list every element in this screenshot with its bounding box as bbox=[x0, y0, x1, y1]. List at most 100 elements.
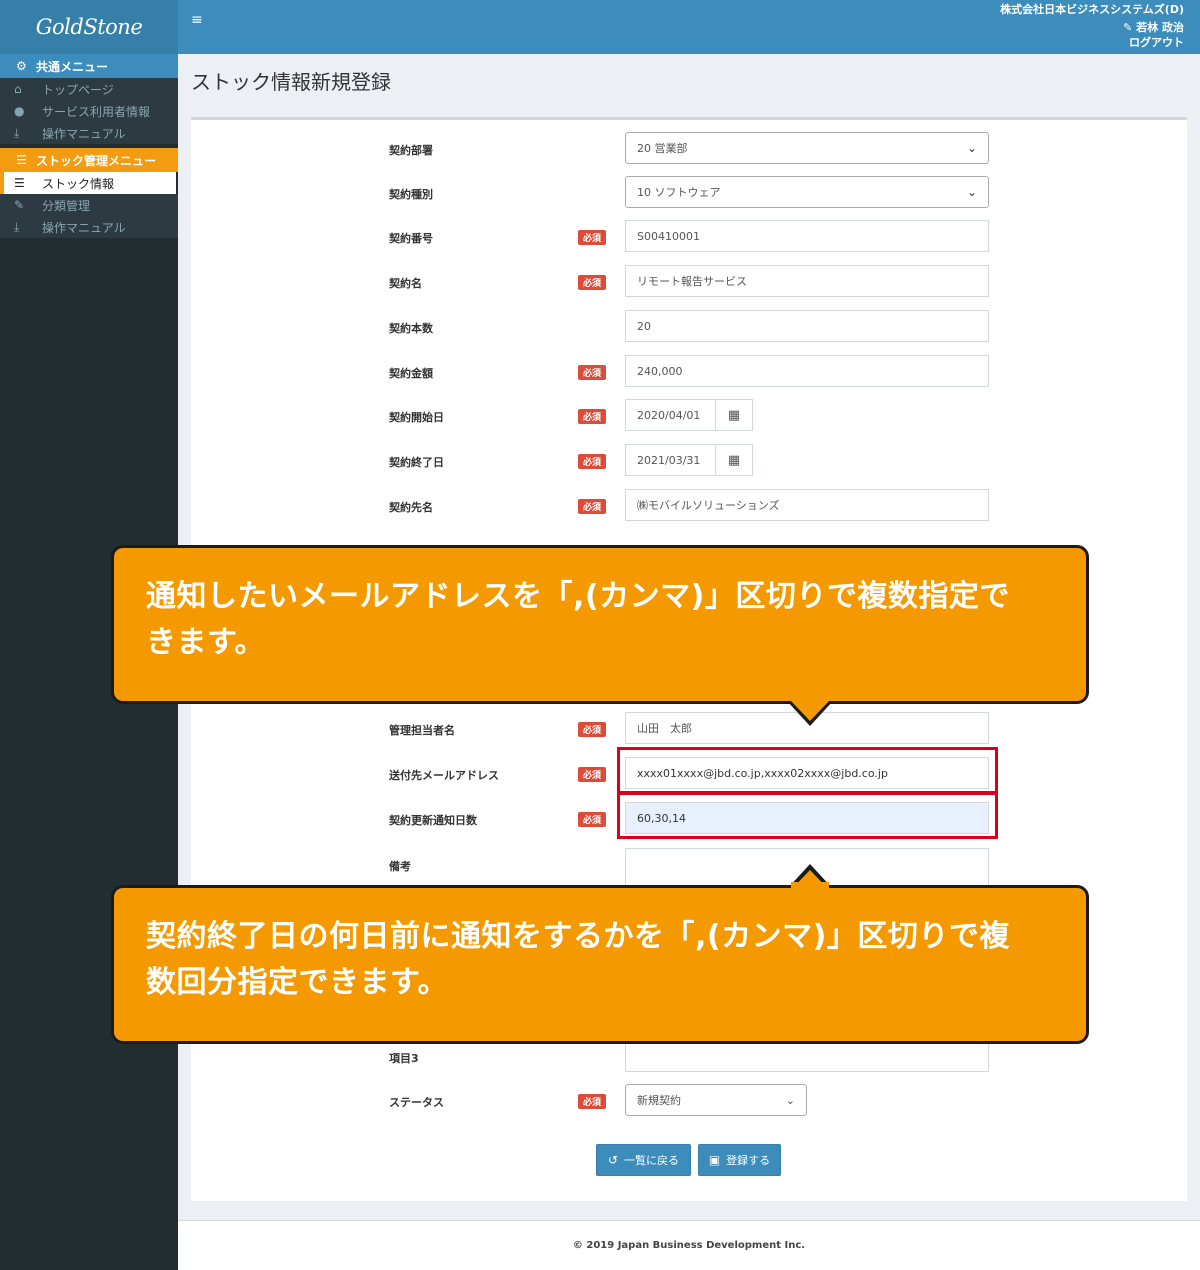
form-row-amount: 契約金額 必須 240,000 bbox=[191, 355, 1187, 389]
copyright-text: © 2019 Japan Business Development Inc. bbox=[572, 1240, 806, 1251]
required-badge: 必須 bbox=[578, 275, 606, 290]
field-label: 項目3 bbox=[389, 1052, 419, 1065]
sidebar-item-category[interactable]: ✎ 分類管理 bbox=[0, 194, 178, 216]
register-button-label: 登録する bbox=[726, 1154, 771, 1167]
callout-text: 数回分指定できます。 bbox=[146, 965, 448, 1000]
users-icon: ● bbox=[14, 104, 25, 118]
notify-days-highlight-box bbox=[617, 792, 998, 839]
sidebar-item-stock-info[interactable]: ☰ ストック情報 bbox=[0, 172, 176, 194]
stock-menu-header: ☰ ストック管理メニュー bbox=[0, 148, 178, 172]
field-label: 契約開始日 bbox=[389, 411, 444, 424]
list-icon: ☰ bbox=[14, 176, 25, 190]
type-select[interactable]: 10 ソフトウェア ⌄ bbox=[625, 176, 989, 208]
form-row-count: 契約本数 20 bbox=[191, 310, 1187, 344]
partner-name-input[interactable]: ㈱モバイルソリューションズ bbox=[625, 489, 989, 521]
status-select[interactable]: 新規契約 ⌄ bbox=[625, 1084, 807, 1116]
form-row-number: 契約番号 必須 S00410001 bbox=[191, 220, 1187, 254]
wrench-icon: ✎ bbox=[1123, 21, 1133, 34]
sidebar-item-label: 操作マニュアル bbox=[42, 220, 126, 235]
email-highlight-box bbox=[617, 747, 998, 794]
register-button[interactable]: ▣ 登録する bbox=[698, 1144, 781, 1176]
logout-link[interactable]: ログアウト bbox=[1129, 34, 1184, 50]
form-row-status: ステータス 必須 新規契約 ⌄ bbox=[191, 1084, 1187, 1118]
callout-text: きます。 bbox=[146, 625, 265, 660]
field-label: 契約名 bbox=[389, 277, 422, 290]
form-row-item3: 項目3 bbox=[191, 1040, 1187, 1074]
sidebar-item-service-users[interactable]: ● サービス利用者情報 bbox=[0, 100, 178, 122]
sidebar-item-label: ストック情報 bbox=[42, 176, 115, 191]
field-label: 契約種別 bbox=[389, 188, 433, 201]
page-title: ストック情報新規登録 bbox=[191, 70, 391, 94]
download-icon: ⤓ bbox=[14, 219, 20, 234]
form-row-dept: 契約部署 20 営業部 ⌄ bbox=[191, 132, 1187, 166]
menu-toggle-icon[interactable]: ≡ bbox=[191, 12, 203, 28]
field-label: 契約本数 bbox=[389, 322, 433, 335]
footer: © 2019 Japan Business Development Inc. bbox=[178, 1220, 1200, 1270]
sidebar-item-top-page[interactable]: ⌂ トップページ bbox=[0, 78, 178, 100]
contract-count-input[interactable]: 20 bbox=[625, 310, 989, 342]
dept-select[interactable]: 20 営業部 ⌄ bbox=[625, 132, 989, 164]
required-badge: 必須 bbox=[578, 722, 606, 737]
contract-amount-input[interactable]: 240,000 bbox=[625, 355, 989, 387]
required-badge: 必須 bbox=[578, 230, 606, 245]
field-label: ステータス bbox=[389, 1096, 444, 1109]
back-to-list-button[interactable]: ↺ 一覧に戻る bbox=[596, 1144, 691, 1176]
days-note-callout: 契約終了日の何日前に通知をするかを「,(カンマ)」区切りで複 数回分指定できます… bbox=[111, 885, 1089, 1044]
top-navbar: ≡ 株式会社日本ビジネスシステムズ(D) ✎ 若林 政治 ログアウト bbox=[178, 0, 1200, 54]
form-row-name: 契約名 必須 リモート報告サービス bbox=[191, 265, 1187, 299]
calendar-icon[interactable]: ▦ bbox=[715, 444, 753, 476]
required-badge: 必須 bbox=[578, 409, 606, 424]
field-label: 契約終了日 bbox=[389, 456, 444, 469]
callout-tail-fill bbox=[791, 701, 829, 721]
chevron-down-icon: ⌄ bbox=[966, 185, 977, 199]
type-select-value: 10 ソフトウェア bbox=[637, 186, 721, 199]
field-label: 備考 bbox=[389, 860, 411, 873]
end-date-input[interactable]: 2021/03/31 bbox=[625, 444, 716, 476]
back-button-label: 一覧に戻る bbox=[624, 1154, 680, 1167]
callout-text: 通知したいメールアドレスを「,(カンマ)」区切りで複数指定で bbox=[146, 579, 1010, 614]
save-icon: ▣ bbox=[708, 1153, 721, 1167]
field-label: 契約番号 bbox=[389, 232, 433, 245]
required-badge: 必須 bbox=[578, 1094, 606, 1109]
callout-text: 契約終了日の何日前に通知をするかを「,(カンマ)」区切りで複 bbox=[146, 919, 1010, 954]
user-menu[interactable]: ✎ 若林 政治 bbox=[1123, 19, 1184, 35]
required-badge: 必須 bbox=[578, 812, 606, 827]
chevron-down-icon: ⌄ bbox=[785, 1093, 795, 1107]
form-row-end: 契約終了日 必須 2021/03/31 ▦ bbox=[191, 444, 1187, 478]
field-label: 契約部署 bbox=[389, 144, 433, 157]
dept-select-value: 20 営業部 bbox=[637, 142, 688, 155]
common-menu-header-label: 共通メニュー bbox=[36, 59, 109, 74]
required-badge: 必須 bbox=[578, 365, 606, 380]
form-row-manager: 管理担当者名 必須 山田 太郎 bbox=[191, 712, 1187, 746]
field-label: 契約更新通知日数 bbox=[389, 814, 477, 827]
company-name: 株式会社日本ビジネスシステムズ(D) bbox=[1000, 3, 1184, 16]
sidebar-item-label: 操作マニュアル bbox=[42, 126, 126, 141]
sidebar-item-label: 分類管理 bbox=[42, 198, 91, 213]
form-row-partner: 契約先名 必須 ㈱モバイルソリューションズ bbox=[191, 489, 1187, 523]
download-icon: ⤓ bbox=[14, 125, 20, 140]
email-note-callout: 通知したいメールアドレスを「,(カンマ)」区切りで複数指定で きます。 bbox=[111, 545, 1089, 704]
item3-input[interactable] bbox=[625, 1040, 989, 1072]
start-date-input[interactable]: 2020/04/01 bbox=[625, 399, 716, 431]
form-row-type: 契約種別 10 ソフトウェア ⌄ bbox=[191, 176, 1187, 210]
field-label: 送付先メールアドレス bbox=[389, 769, 499, 782]
form-row-start: 契約開始日 必須 2020/04/01 ▦ bbox=[191, 399, 1187, 433]
gears-icon: ⚙ bbox=[16, 59, 27, 73]
field-label: 管理担当者名 bbox=[389, 724, 455, 737]
wrench-icon: ✎ bbox=[14, 198, 25, 212]
contract-number-input[interactable]: S00410001 bbox=[625, 220, 989, 252]
field-label: 契約先名 bbox=[389, 501, 433, 514]
required-badge: 必須 bbox=[578, 454, 606, 469]
list-icon: ☰ bbox=[16, 153, 27, 167]
undo-icon: ↺ bbox=[607, 1153, 619, 1167]
sidebar-item-label: サービス利用者情報 bbox=[42, 104, 151, 119]
app-logo[interactable]: GoldStone bbox=[0, 0, 178, 54]
required-badge: 必須 bbox=[578, 767, 606, 782]
sidebar-item-manual[interactable]: ⤓ 操作マニュアル bbox=[0, 122, 178, 144]
calendar-icon[interactable]: ▦ bbox=[715, 399, 753, 431]
contract-name-input[interactable]: リモート報告サービス bbox=[625, 265, 989, 297]
common-menu-header: ⚙ 共通メニュー bbox=[0, 54, 178, 78]
sidebar-item-label: トップページ bbox=[42, 82, 114, 97]
chevron-down-icon: ⌄ bbox=[966, 141, 977, 155]
sidebar-item-stock-manual[interactable]: ⤓ 操作マニュアル bbox=[0, 216, 178, 238]
